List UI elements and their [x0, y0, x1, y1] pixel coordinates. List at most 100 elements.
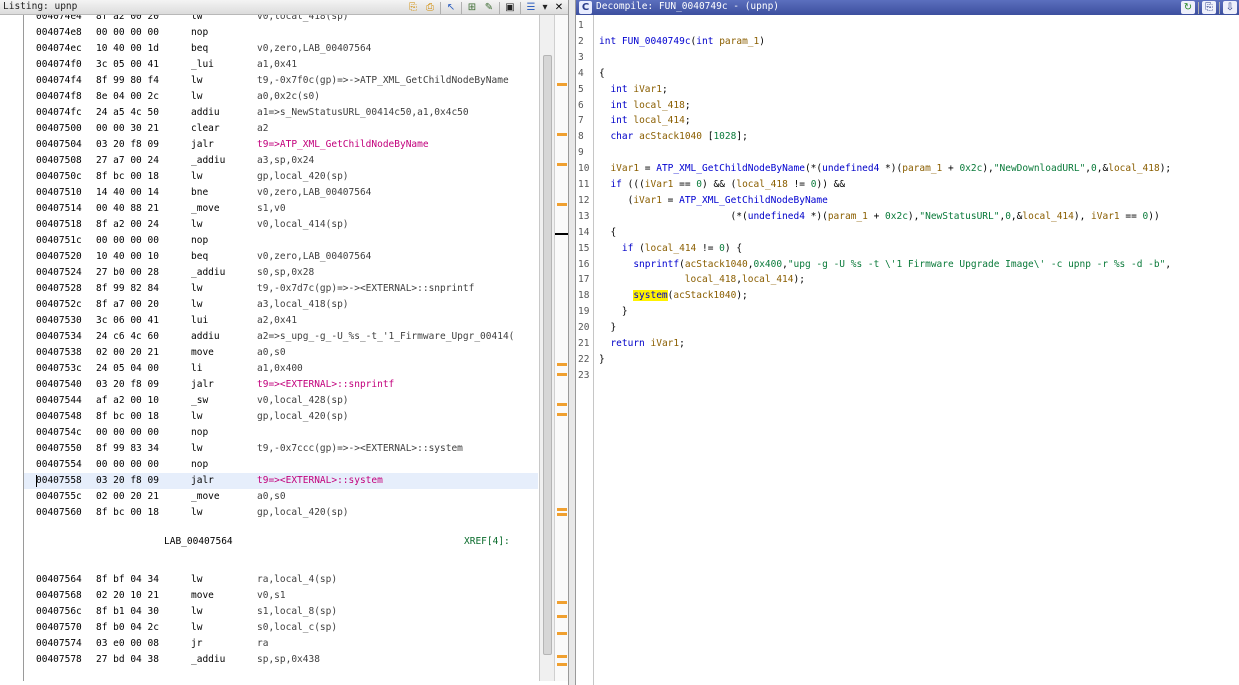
refresh-icon[interactable]: ↻	[1181, 1, 1195, 14]
code-line[interactable]: }	[599, 352, 605, 367]
overview-marker[interactable]	[557, 373, 567, 376]
listing-row[interactable]: 004074f0 3c 05 00 41 _lui a1,0x41	[24, 57, 538, 73]
dropdown-icon[interactable]: ▾	[541, 1, 549, 14]
code-line[interactable]: }	[599, 320, 616, 335]
listing-row[interactable]: 00407518 8f a2 00 24 lw v0,local_414(sp)	[24, 217, 538, 233]
code-line[interactable]: iVar1 = ATP_XML_GetChildNodeByName(*(und…	[599, 161, 1171, 176]
listing-row[interactable]: 00407500 00 00 30 21 clear a2	[24, 121, 538, 137]
overview-marker[interactable]	[557, 601, 567, 604]
instruction-bytes: 27 b0 00 28	[96, 267, 159, 278]
listing-row[interactable]: 0040753c 24 05 04 00 li a1,0x400	[24, 361, 538, 377]
listing-row[interactable]: 00407544 af a2 00 10 _sw v0,local_428(sp)	[24, 393, 538, 409]
edit-fields-icon[interactable]: ✎	[482, 1, 496, 14]
listing-row[interactable]: 00407550 8f 99 83 34 lw t9,-0x7ccc(gp)=>-><…	[24, 441, 538, 457]
overview-marker[interactable]	[557, 508, 567, 511]
listing-row[interactable]: 0040752c 8f a7 00 20 lw a3,local_418(sp)	[24, 297, 538, 313]
overview-marker[interactable]	[557, 203, 567, 206]
listing-row[interactable]: 00407520 10 40 00 10 beq v0,zero,LAB_004075…	[24, 249, 538, 265]
code-line[interactable]: int iVar1;	[599, 82, 667, 97]
listing-row[interactable]: 00407554 00 00 00 00 nop	[24, 457, 538, 473]
code-line[interactable]: local_418,local_414);	[599, 272, 805, 287]
listing-row[interactable]: 00407504 03 20 f8 09 jalr t9=>ATP_XML_GetCh…	[24, 137, 538, 153]
listing-row[interactable]: 0040755c 02 00 20 21 _move a0,s0	[24, 489, 538, 505]
code-token: acStack1040	[673, 290, 737, 302]
listing-row[interactable]: 0040756c 8f b1 04 30 lw s1,local_8(sp)	[24, 604, 538, 620]
code-token: +	[942, 163, 960, 175]
listing-row[interactable]: 004074f4 8f 99 80 f4 lw t9,-0x7f0c(gp)=>->A…	[24, 73, 538, 89]
overview-marker[interactable]	[557, 413, 567, 416]
layout-icon[interactable]: ⊞	[465, 1, 479, 14]
listing-overview-bar[interactable]	[554, 15, 569, 681]
overview-marker[interactable]	[557, 663, 567, 666]
overview-marker[interactable]	[557, 83, 567, 86]
listing-row[interactable]: 00407558 03 20 f8 09 jalr t9=><EXTERNAL>::s…	[24, 473, 538, 489]
listing-row[interactable]: 004074f8 8e 04 00 2c lw a0,0x2c(s0)	[24, 89, 538, 105]
listing-row[interactable]: 00407528 8f 99 82 84 lw t9,-0x7d7c(gp)=>-><…	[24, 281, 538, 297]
code-line[interactable]: return iVar1;	[599, 336, 684, 351]
listing-row[interactable]: 00407564 8f bf 04 34 lw ra,local_4(sp)	[24, 572, 538, 588]
listing-row[interactable]: 00407568 02 20 10 21 move v0,s1	[24, 588, 538, 604]
copy-icon[interactable]: ⎘	[1202, 1, 1216, 14]
code-line[interactable]: if (local_414 != 0) {	[599, 241, 742, 256]
listing-row[interactable]: 004074fc 24 a5 4c 50 addiu a1=>s_NewStatusU…	[24, 105, 538, 121]
overview-marker[interactable]	[557, 655, 567, 658]
code-line[interactable]: {	[599, 66, 605, 81]
code-line[interactable]: char acStack1040 [1028];	[599, 129, 747, 144]
listing-row[interactable]: 00407560 8f bc 00 18 lw gp,local_420(sp)	[24, 505, 538, 521]
code-line[interactable]: (iVar1 = ATP_XML_GetChildNodeByName	[599, 193, 828, 208]
pane-divider[interactable]	[568, 0, 576, 685]
listing-row[interactable]: 00407540 03 20 f8 09 jalr t9=><EXTERNAL>::s…	[24, 377, 538, 393]
scrollbar-thumb[interactable]	[543, 55, 552, 655]
paste-icon[interactable]: ⎙	[423, 1, 437, 14]
snapshot-icon[interactable]: ▣	[503, 1, 517, 14]
listing-row[interactable]: 00407538 02 00 20 21 move a0,s0	[24, 345, 538, 361]
listing-row[interactable]: 00407510 14 40 00 14 bne v0,zero,LAB_004075…	[24, 185, 538, 201]
instruction-mnemonic: jalr	[191, 475, 214, 486]
code-line[interactable]: system(acStack1040);	[599, 288, 748, 303]
listing-row[interactable]: 00407534 24 c6 4c 60 addiu a2=>s_upg_-g_-U_…	[24, 329, 538, 345]
listing-row[interactable]: 004074ec 10 40 00 1d beq v0,zero,LAB_004075…	[24, 41, 538, 57]
code-line[interactable]: (*(undefined4 *)(param_1 + 0x2c),"NewSta…	[599, 209, 1160, 224]
code-line[interactable]: int FUN_0040749c(int param_1)	[599, 34, 765, 49]
view-menu-icon[interactable]: ☰	[524, 1, 538, 14]
listing-row[interactable]: 00407530 3c 06 00 41 lui a2,0x41	[24, 313, 538, 329]
listing-row[interactable]: 00407508 27 a7 00 24 _addiu a3,sp,0x24	[24, 153, 538, 169]
code-line[interactable]: int local_414;	[599, 113, 690, 128]
overview-cursor-marker[interactable]	[555, 233, 569, 235]
overview-marker[interactable]	[557, 615, 567, 618]
listing-row[interactable]: 00407514 00 40 88 21 _move s1,v0	[24, 201, 538, 217]
listing-row[interactable]: 004074e4 8f a2 00 20 lw v0,local_418(sp)	[24, 15, 538, 25]
code-line[interactable]: snprintf(acStack1040,0x400,"upg -g -U %s…	[599, 257, 1171, 272]
code-line[interactable]: if (((iVar1 == 0) && (local_418 != 0)) &…	[599, 177, 845, 192]
overview-marker[interactable]	[557, 133, 567, 136]
overview-marker[interactable]	[557, 513, 567, 516]
code-token: }	[599, 322, 617, 334]
listing-row[interactable]: 00407570 8f b0 04 2c lw s0,local_c(sp)	[24, 620, 538, 636]
code-token: local_414	[644, 242, 697, 254]
cursor-icon[interactable]: ↖	[444, 1, 458, 14]
listing-row[interactable]: 004074e8 00 00 00 00 nop	[24, 25, 538, 41]
code-line[interactable]: }	[599, 304, 628, 319]
code-line[interactable]: {	[599, 225, 616, 240]
export-icon[interactable]: ⇩	[1223, 1, 1237, 14]
listing-row[interactable]: 0040750c 8f bc 00 18 lw gp,local_420(sp)	[24, 169, 538, 185]
code-line[interactable]: int local_418;	[599, 98, 690, 113]
listing-code-area[interactable]: 004074e4 8f a2 00 20 lw v0,local_418(sp) 004…	[24, 15, 538, 681]
overview-marker[interactable]	[557, 632, 567, 635]
decompile-code-area[interactable]: int FUN_0040749c(int param_1) { int iVar1…	[595, 15, 1239, 685]
copy-icon[interactable]: ⎘	[406, 1, 420, 14]
listing-row[interactable]: 00407574 03 e0 00 08 jr ra	[24, 636, 538, 652]
listing-row[interactable]: 0040754c 00 00 00 00 nop	[24, 425, 538, 441]
instruction-address: 00407560	[36, 507, 82, 518]
listing-row[interactable]: 00407578 27 bd 04 38 _addiu sp,sp,0x438	[24, 652, 538, 668]
listing-row[interactable]: 00407524 27 b0 00 28 _addiu s0,sp,0x28	[24, 265, 538, 281]
listing-scrollbar[interactable]	[539, 15, 554, 681]
listing-row[interactable]: 00407548 8f bc 00 18 lw gp,local_420(sp)	[24, 409, 538, 425]
overview-marker[interactable]	[557, 363, 567, 366]
overview-marker[interactable]	[557, 163, 567, 166]
code-token: ))	[1148, 210, 1160, 222]
close-icon[interactable]: ✕	[552, 1, 566, 14]
overview-marker[interactable]	[557, 403, 567, 406]
listing-row[interactable]: 0040751c 00 00 00 00 nop	[24, 233, 538, 249]
label-row[interactable]: LAB_00407564 XREF[4]:	[24, 534, 538, 550]
